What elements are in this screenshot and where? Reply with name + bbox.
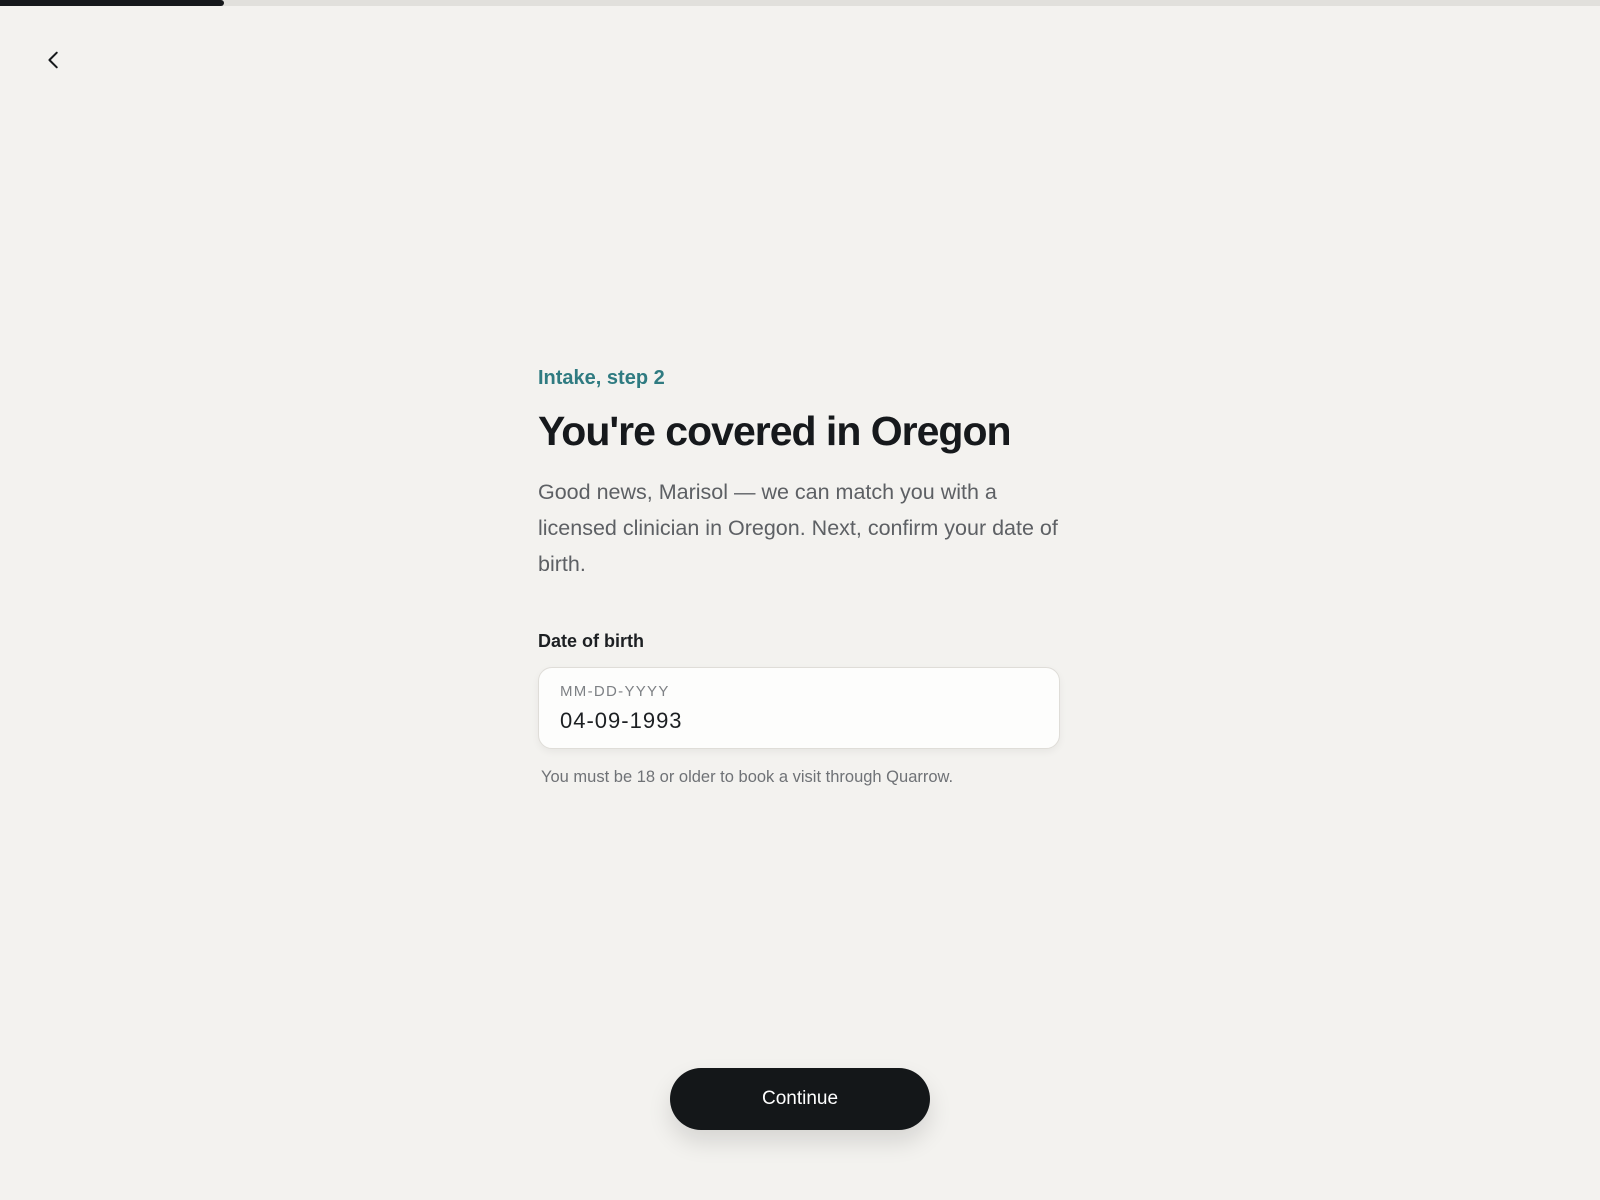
chevron-left-icon	[48, 51, 58, 69]
dob-input-value[interactable]: 04-09-1993	[560, 706, 1038, 736]
progress-bar	[0, 0, 1600, 6]
intake-form: Intake, step 2 You're covered in Oregon …	[538, 364, 1062, 788]
back-button[interactable]	[34, 40, 74, 80]
page-title: You're covered in Oregon	[538, 408, 1012, 454]
dob-helper-text: You must be 18 or older to book a visit …	[541, 768, 954, 786]
dob-input-format-hint: MM-DD-YYYY	[560, 683, 670, 700]
dob-label: Date of birth	[538, 631, 644, 651]
step-label: Intake, step 2	[538, 367, 665, 389]
page-description: Good news, Marisol — we can match you wi…	[538, 480, 1058, 576]
progress-bar-fill	[0, 0, 224, 6]
dob-input[interactable]: MM-DD-YYYY 04-09-1993	[538, 667, 1060, 749]
continue-button[interactable]: Continue	[670, 1068, 930, 1130]
